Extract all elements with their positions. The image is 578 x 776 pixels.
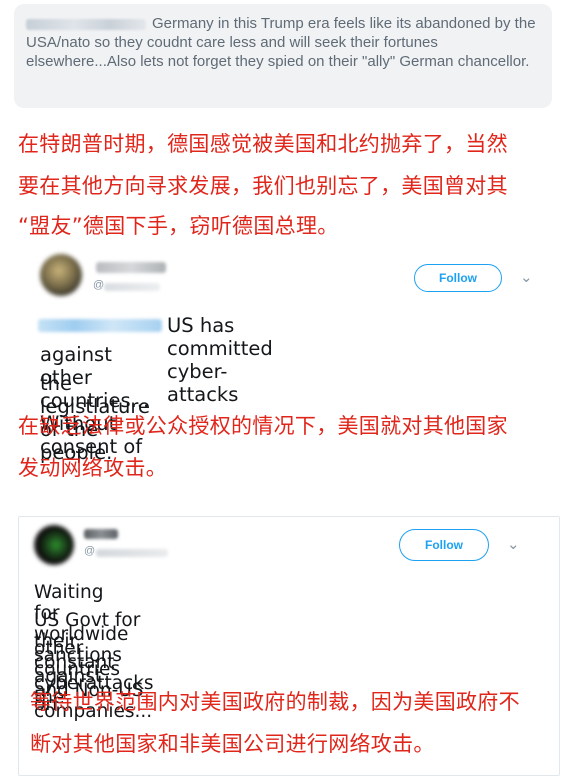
- avatar[interactable]: [34, 525, 74, 565]
- translation-1-line-3: “盟友”德国下手，窃听德国总理。: [18, 214, 339, 238]
- redacted-display-name[interactable]: [84, 529, 118, 539]
- chevron-down-icon[interactable]: ⌄: [520, 268, 533, 286]
- chevron-down-icon[interactable]: ⌄: [507, 535, 520, 553]
- redacted-mention[interactable]: [38, 319, 162, 332]
- translation-3-line-1: 等待世界范围内对美国政府的制裁，因为美国政府不: [30, 690, 520, 714]
- handle-at-sign: @: [84, 545, 96, 557]
- redacted-username: [26, 18, 146, 30]
- avatar[interactable]: [40, 254, 82, 296]
- translation-2-line-2: 发动网络攻击。: [18, 456, 168, 480]
- redacted-display-name[interactable]: [96, 262, 166, 273]
- translation-3-line-2: 断对其他国家和非美国公司进行网络攻击。: [30, 732, 435, 756]
- handle-at-sign: @: [93, 279, 105, 291]
- redacted-handle[interactable]: [96, 549, 168, 557]
- translation-2-line-1: 在缺乏法律或公众授权的情况下，美国就对其他国家: [18, 414, 508, 438]
- quoted-tweet-text-block: Germany in this Trump era feels like its…: [26, 14, 546, 71]
- redacted-handle[interactable]: [104, 283, 160, 291]
- tweet-2-line-1: US has committed cyber-attacks: [167, 314, 273, 406]
- follow-button[interactable]: Follow: [399, 529, 489, 561]
- translation-1-line-2: 要在其他方向寻求发展，我们也别忘了，美国曾对其: [18, 174, 508, 198]
- follow-button[interactable]: Follow: [414, 264, 502, 292]
- translation-1-line-1: 在特朗普时期，德国感觉被美国和北约抛弃了，当然: [18, 132, 508, 156]
